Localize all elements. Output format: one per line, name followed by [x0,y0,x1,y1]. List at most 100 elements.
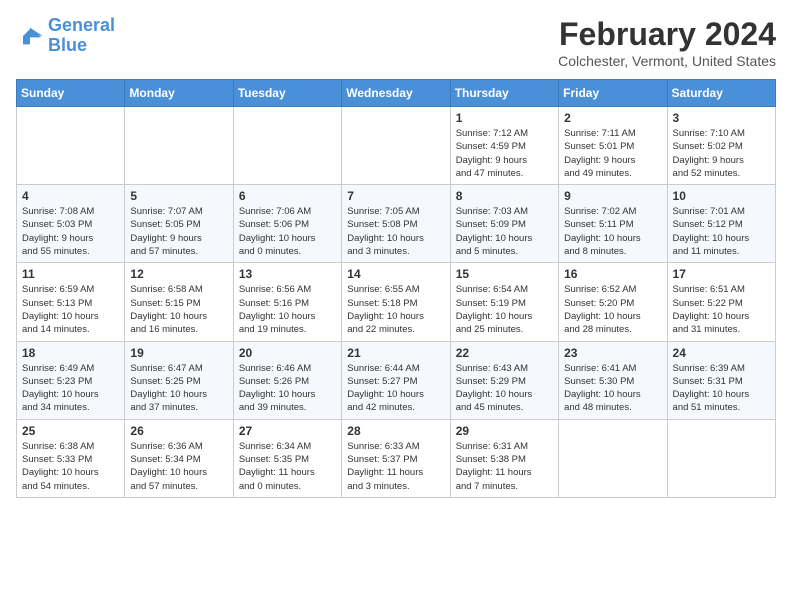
calendar-cell [17,107,125,185]
logo-text: General Blue [48,16,115,56]
day-number: 16 [564,267,661,281]
day-info: Sunrise: 6:44 AM Sunset: 5:27 PM Dayligh… [347,362,444,415]
day-number: 14 [347,267,444,281]
day-header-monday: Monday [125,80,233,107]
calendar-week-3: 11 Sunrise: 6:59 AM Sunset: 5:13 PM Dayli… [17,263,776,341]
day-number: 9 [564,189,661,203]
calendar-cell: 23 Sunrise: 6:41 AM Sunset: 5:30 PM Dayli… [559,341,667,419]
day-number: 1 [456,111,553,125]
calendar-cell: 3Sunrise: 7:10 AM Sunset: 5:02 PM Daylig… [667,107,775,185]
day-info: Sunrise: 6:54 AM Sunset: 5:19 PM Dayligh… [456,283,553,336]
day-info: Sunrise: 6:38 AM Sunset: 5:33 PM Dayligh… [22,440,119,493]
calendar-cell: 19 Sunrise: 6:47 AM Sunset: 5:25 PM Dayli… [125,341,233,419]
calendar-header: SundayMondayTuesdayWednesdayThursdayFrid… [17,80,776,107]
day-header-wednesday: Wednesday [342,80,450,107]
calendar-table: SundayMondayTuesdayWednesdayThursdayFrid… [16,79,776,498]
day-info: Sunrise: 6:51 AM Sunset: 5:22 PM Dayligh… [673,283,770,336]
day-number: 29 [456,424,553,438]
calendar-cell: 21 Sunrise: 6:44 AM Sunset: 5:27 PM Dayli… [342,341,450,419]
day-info: Sunrise: 6:59 AM Sunset: 5:13 PM Dayligh… [22,283,119,336]
day-number: 23 [564,346,661,360]
calendar-cell: 10 Sunrise: 7:01 AM Sunset: 5:12 PM Dayli… [667,185,775,263]
day-number: 17 [673,267,770,281]
day-number: 2 [564,111,661,125]
day-number: 7 [347,189,444,203]
calendar-cell: 20Sunrise: 6:46 AM Sunset: 5:26 PM Dayli… [233,341,341,419]
day-number: 10 [673,189,770,203]
day-number: 26 [130,424,227,438]
day-info: Sunrise: 6:55 AM Sunset: 5:18 PM Dayligh… [347,283,444,336]
calendar-week-2: 4 Sunrise: 7:08 AM Sunset: 5:03 PM Daylig… [17,185,776,263]
day-header-sunday: Sunday [17,80,125,107]
day-info: Sunrise: 6:43 AM Sunset: 5:29 PM Dayligh… [456,362,553,415]
calendar-cell: 2Sunrise: 7:11 AM Sunset: 5:01 PM Daylig… [559,107,667,185]
calendar-cell: 15 Sunrise: 6:54 AM Sunset: 5:19 PM Dayli… [450,263,558,341]
calendar-week-1: 1 Sunrise: 7:12 AM Sunset: 4:59 PM Daylig… [17,107,776,185]
day-info: Sunrise: 7:05 AM Sunset: 5:08 PM Dayligh… [347,205,444,258]
day-info: Sunrise: 6:58 AM Sunset: 5:15 PM Dayligh… [130,283,227,336]
calendar-cell: 8 Sunrise: 7:03 AM Sunset: 5:09 PM Daylig… [450,185,558,263]
day-info: Sunrise: 7:07 AM Sunset: 5:05 PM Dayligh… [130,205,227,258]
calendar-cell [342,107,450,185]
day-number: 22 [456,346,553,360]
calendar-cell: 16 Sunrise: 6:52 AM Sunset: 5:20 PM Dayli… [559,263,667,341]
logo-icon [16,22,44,50]
day-header-thursday: Thursday [450,80,558,107]
location-subtitle: Colchester, Vermont, United States [558,53,776,69]
day-number: 4 [22,189,119,203]
day-info: Sunrise: 6:39 AM Sunset: 5:31 PM Dayligh… [673,362,770,415]
day-header-tuesday: Tuesday [233,80,341,107]
day-info: Sunrise: 7:02 AM Sunset: 5:11 PM Dayligh… [564,205,661,258]
calendar-cell: 14 Sunrise: 6:55 AM Sunset: 5:18 PM Dayli… [342,263,450,341]
day-number: 5 [130,189,227,203]
day-number: 8 [456,189,553,203]
calendar-cell [233,107,341,185]
calendar-week-5: 25Sunrise: 6:38 AM Sunset: 5:33 PM Dayli… [17,419,776,497]
day-info: Sunrise: 7:03 AM Sunset: 5:09 PM Dayligh… [456,205,553,258]
day-number: 11 [22,267,119,281]
day-info: Sunrise: 6:41 AM Sunset: 5:30 PM Dayligh… [564,362,661,415]
calendar-cell: 1 Sunrise: 7:12 AM Sunset: 4:59 PM Daylig… [450,107,558,185]
header-row: SundayMondayTuesdayWednesdayThursdayFrid… [17,80,776,107]
calendar-cell [559,419,667,497]
day-number: 12 [130,267,227,281]
day-number: 24 [673,346,770,360]
day-number: 19 [130,346,227,360]
day-number: 13 [239,267,336,281]
calendar-cell: 24 Sunrise: 6:39 AM Sunset: 5:31 PM Dayli… [667,341,775,419]
calendar-cell: 25Sunrise: 6:38 AM Sunset: 5:33 PM Dayli… [17,419,125,497]
calendar-cell: 11 Sunrise: 6:59 AM Sunset: 5:13 PM Dayli… [17,263,125,341]
calendar-cell: 17 Sunrise: 6:51 AM Sunset: 5:22 PM Dayli… [667,263,775,341]
calendar-cell: 6Sunrise: 7:06 AM Sunset: 5:06 PM Daylig… [233,185,341,263]
day-number: 18 [22,346,119,360]
calendar-cell: 18Sunrise: 6:49 AM Sunset: 5:23 PM Dayli… [17,341,125,419]
calendar-body: 1 Sunrise: 7:12 AM Sunset: 4:59 PM Daylig… [17,107,776,498]
month-title: February 2024 [558,16,776,53]
day-info: Sunrise: 7:12 AM Sunset: 4:59 PM Dayligh… [456,127,553,180]
day-header-friday: Friday [559,80,667,107]
calendar-cell: 27Sunrise: 6:34 AM Sunset: 5:35 PM Dayli… [233,419,341,497]
day-info: Sunrise: 6:56 AM Sunset: 5:16 PM Dayligh… [239,283,336,336]
day-info: Sunrise: 6:52 AM Sunset: 5:20 PM Dayligh… [564,283,661,336]
calendar-cell: 13 Sunrise: 6:56 AM Sunset: 5:16 PM Dayli… [233,263,341,341]
day-number: 27 [239,424,336,438]
calendar-cell: 28Sunrise: 6:33 AM Sunset: 5:37 PM Dayli… [342,419,450,497]
calendar-cell: 7 Sunrise: 7:05 AM Sunset: 5:08 PM Daylig… [342,185,450,263]
day-number: 6 [239,189,336,203]
day-number: 15 [456,267,553,281]
calendar-cell: 9 Sunrise: 7:02 AM Sunset: 5:11 PM Daylig… [559,185,667,263]
calendar-cell: 29 Sunrise: 6:31 AM Sunset: 5:38 PM Dayli… [450,419,558,497]
day-number: 28 [347,424,444,438]
logo: General Blue [16,16,115,56]
day-info: Sunrise: 7:08 AM Sunset: 5:03 PM Dayligh… [22,205,119,258]
calendar-cell: 12 Sunrise: 6:58 AM Sunset: 5:15 PM Dayli… [125,263,233,341]
day-number: 21 [347,346,444,360]
day-number: 20 [239,346,336,360]
day-info: Sunrise: 6:31 AM Sunset: 5:38 PM Dayligh… [456,440,553,493]
calendar-cell [125,107,233,185]
day-info: Sunrise: 7:10 AM Sunset: 5:02 PM Dayligh… [673,127,770,180]
calendar-cell: 4 Sunrise: 7:08 AM Sunset: 5:03 PM Daylig… [17,185,125,263]
calendar-cell: 26Sunrise: 6:36 AM Sunset: 5:34 PM Dayli… [125,419,233,497]
day-info: Sunrise: 6:47 AM Sunset: 5:25 PM Dayligh… [130,362,227,415]
day-info: Sunrise: 7:01 AM Sunset: 5:12 PM Dayligh… [673,205,770,258]
